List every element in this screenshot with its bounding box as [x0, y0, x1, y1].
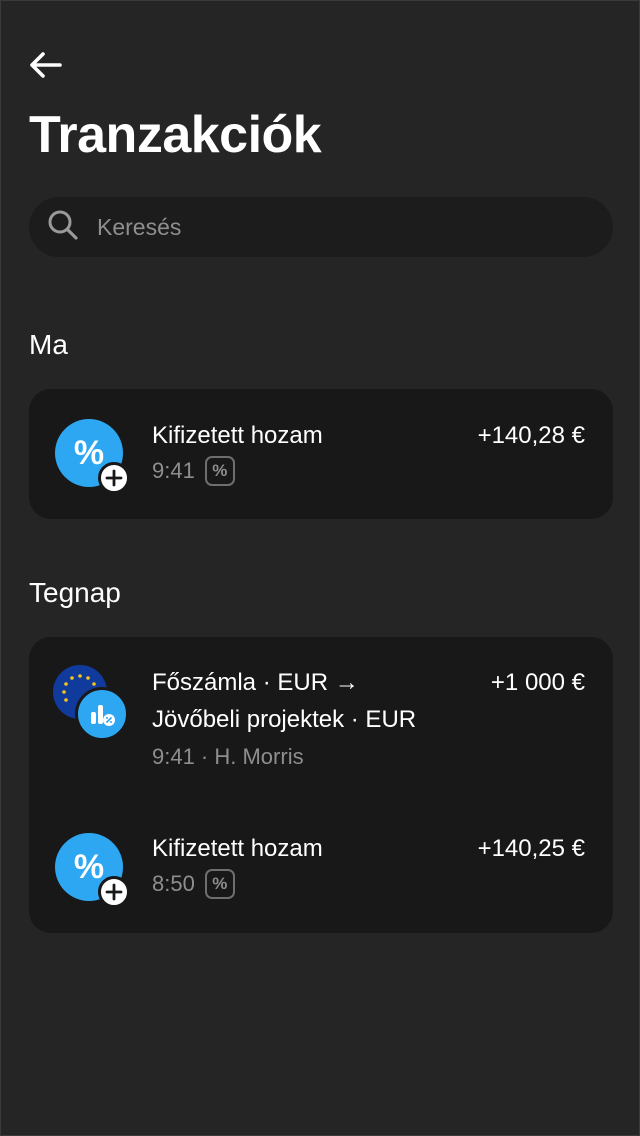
transaction-row[interactable]: Főszámla · EUR → Jövőbeli projektek · EU… — [29, 637, 613, 787]
transaction-title: Kifizetett hozam — [152, 422, 323, 449]
transaction-row[interactable]: % Kifizetett hozam +140,25 € 8:50 % — [29, 803, 613, 933]
section-label-today: Ma — [29, 329, 68, 360]
search-bar[interactable] — [29, 197, 613, 257]
transaction-time: 8:50 — [152, 871, 195, 896]
transaction-meta: 9:41 · H. Morris — [152, 744, 304, 769]
transaction-amount: +140,28 € — [477, 422, 585, 449]
transaction-title: Kifizetett hozam — [152, 835, 323, 862]
percent-badge-icon: % — [204, 456, 235, 486]
yield-percent-icon: % — [55, 419, 130, 494]
page-title: Tranzakciók — [29, 106, 322, 164]
transactions-card-today: % Kifizetett hozam +140,28 € 9:41 % — [29, 389, 613, 519]
search-icon — [47, 209, 79, 246]
transaction-row[interactable]: % Kifizetett hozam +140,28 € 9:41 % — [29, 389, 613, 519]
transaction-time: 9:41 — [152, 458, 195, 483]
arrow-left-icon — [28, 51, 62, 84]
savings-project-icon — [75, 687, 129, 741]
transaction-title-line1: Főszámla · EUR → — [152, 669, 359, 696]
transfer-eu-flag-icon — [53, 665, 133, 745]
percent-badge-icon: % — [204, 869, 235, 899]
transaction-meta: 8:50 % — [152, 866, 235, 902]
transaction-amount: +140,25 € — [477, 835, 585, 862]
transactions-card-yesterday: Főszámla · EUR → Jövőbeli projektek · EU… — [29, 637, 613, 933]
search-input[interactable] — [97, 213, 557, 241]
transaction-meta: 9:41 % — [152, 453, 235, 489]
plus-icon — [98, 462, 130, 494]
transactions-screen: Tranzakciók Ma % Kifizetett hozam +140,2… — [0, 0, 640, 1136]
transaction-title-line2: Jövőbeli projektek · EUR — [152, 706, 417, 733]
section-label-yesterday: Tegnap — [29, 577, 121, 608]
transaction-amount: +1 000 € — [490, 669, 585, 696]
back-button[interactable] — [23, 47, 67, 87]
plus-icon — [98, 876, 130, 908]
yield-percent-icon: % — [55, 833, 130, 908]
